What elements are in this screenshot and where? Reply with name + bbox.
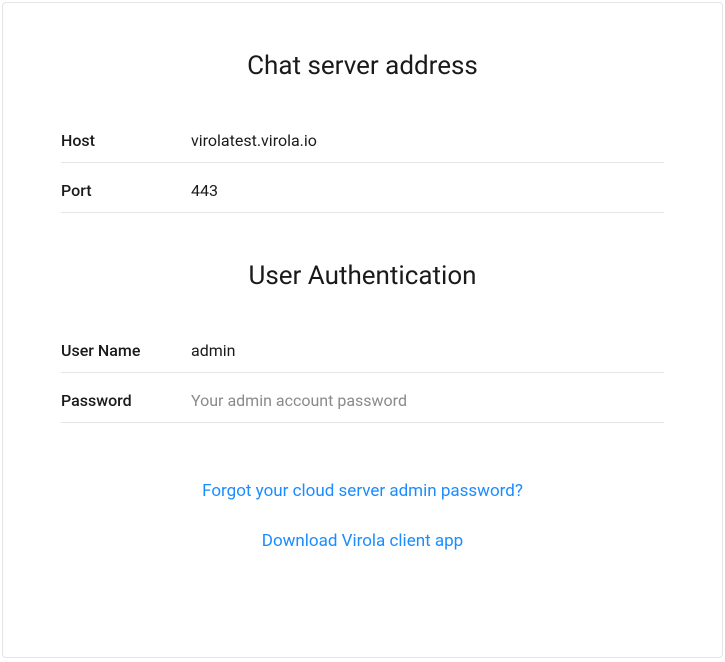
password-field-row: Password [61,379,664,423]
port-input[interactable] [191,179,664,202]
username-input[interactable] [191,339,664,362]
port-label: Port [61,181,191,200]
password-input[interactable] [191,389,664,412]
auth-section-title: User Authentication [61,261,664,291]
forgot-password-link[interactable]: Forgot your cloud server admin password? [202,481,523,501]
login-panel: Chat server address Host Port User Authe… [2,2,723,658]
host-field-row: Host [61,119,664,163]
host-label: Host [61,131,191,150]
server-section-title: Chat server address [61,51,664,81]
username-field-row: User Name [61,329,664,373]
host-input[interactable] [191,129,664,152]
password-label: Password [61,391,191,410]
username-label: User Name [61,341,191,360]
port-field-row: Port [61,169,664,213]
links-container: Forgot your cloud server admin password?… [61,481,664,581]
download-client-link[interactable]: Download Virola client app [262,531,463,551]
